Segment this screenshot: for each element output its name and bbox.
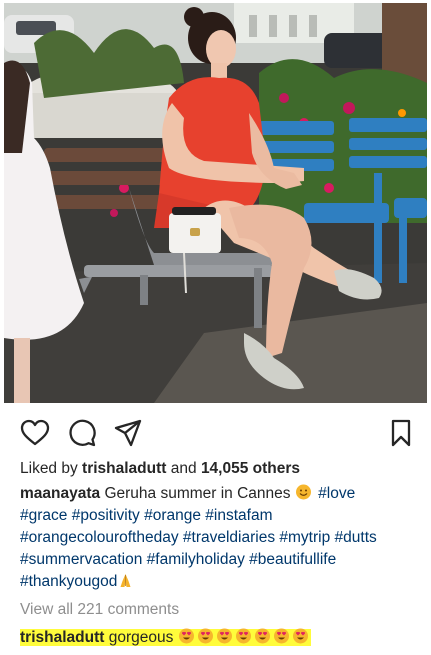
comment-username[interactable]: trishaladutt (20, 629, 104, 646)
hashtag[interactable]: #traveldiaries (183, 529, 275, 546)
likes-count[interactable]: 14,055 others (201, 460, 300, 477)
hashtag[interactable]: #instafam (205, 507, 272, 524)
heart-eyes-emoji-icon (178, 628, 195, 644)
view-all-comments-link[interactable]: View all 221 comments (20, 599, 420, 621)
caption-username[interactable]: maanayata (20, 485, 100, 502)
heart-eyes-emoji-icon (292, 628, 309, 644)
hashtag[interactable]: #familyholiday (147, 551, 245, 568)
caption-text: Geruha summer in Cannes (104, 485, 291, 502)
heart-eyes-emoji-icon (254, 628, 271, 644)
hashtag[interactable]: #orangecolouroftheday (20, 529, 179, 546)
liked-by-username[interactable]: trishaladutt (82, 460, 166, 477)
post-photo[interactable] (4, 3, 427, 403)
heart-eyes-emoji-icon (216, 628, 233, 644)
likes-summary: Liked by trishaladutt and 14,055 others (20, 458, 420, 480)
hashtag[interactable]: #grace (20, 507, 67, 524)
hashtag[interactable]: #positivity (72, 507, 140, 524)
post-action-bar (0, 412, 431, 452)
hashtag[interactable]: #love (318, 485, 355, 502)
hashtag[interactable]: #dutts (335, 529, 377, 546)
post-caption: maanayata Geruha summer in Cannes #love … (20, 483, 420, 593)
hashtag[interactable]: #beautifullife (249, 551, 336, 568)
likes-middle: and (166, 460, 201, 477)
paper-plane-icon[interactable] (113, 418, 143, 448)
comment-icon[interactable] (67, 418, 97, 448)
hashtag[interactable]: #thankyougod (20, 573, 117, 590)
smiling-face-emoji-icon (295, 484, 312, 500)
folded-hands-emoji-icon (117, 572, 134, 588)
heart-eyes-emoji-icon (273, 628, 290, 644)
heart-eyes-emoji-icon (197, 628, 214, 644)
comment-row: trishaladutt gorgeous (20, 627, 420, 649)
comment-text: gorgeous (108, 629, 174, 646)
heart-eyes-emoji-icon (235, 628, 252, 644)
bookmark-icon[interactable] (386, 418, 416, 448)
hashtag[interactable]: #mytrip (279, 529, 330, 546)
likes-prefix: Liked by (20, 460, 83, 477)
heart-icon[interactable] (20, 418, 50, 448)
comment-emoji-row (178, 628, 311, 646)
hashtag[interactable]: #summervacation (20, 551, 142, 568)
hashtag[interactable]: #orange (144, 507, 201, 524)
